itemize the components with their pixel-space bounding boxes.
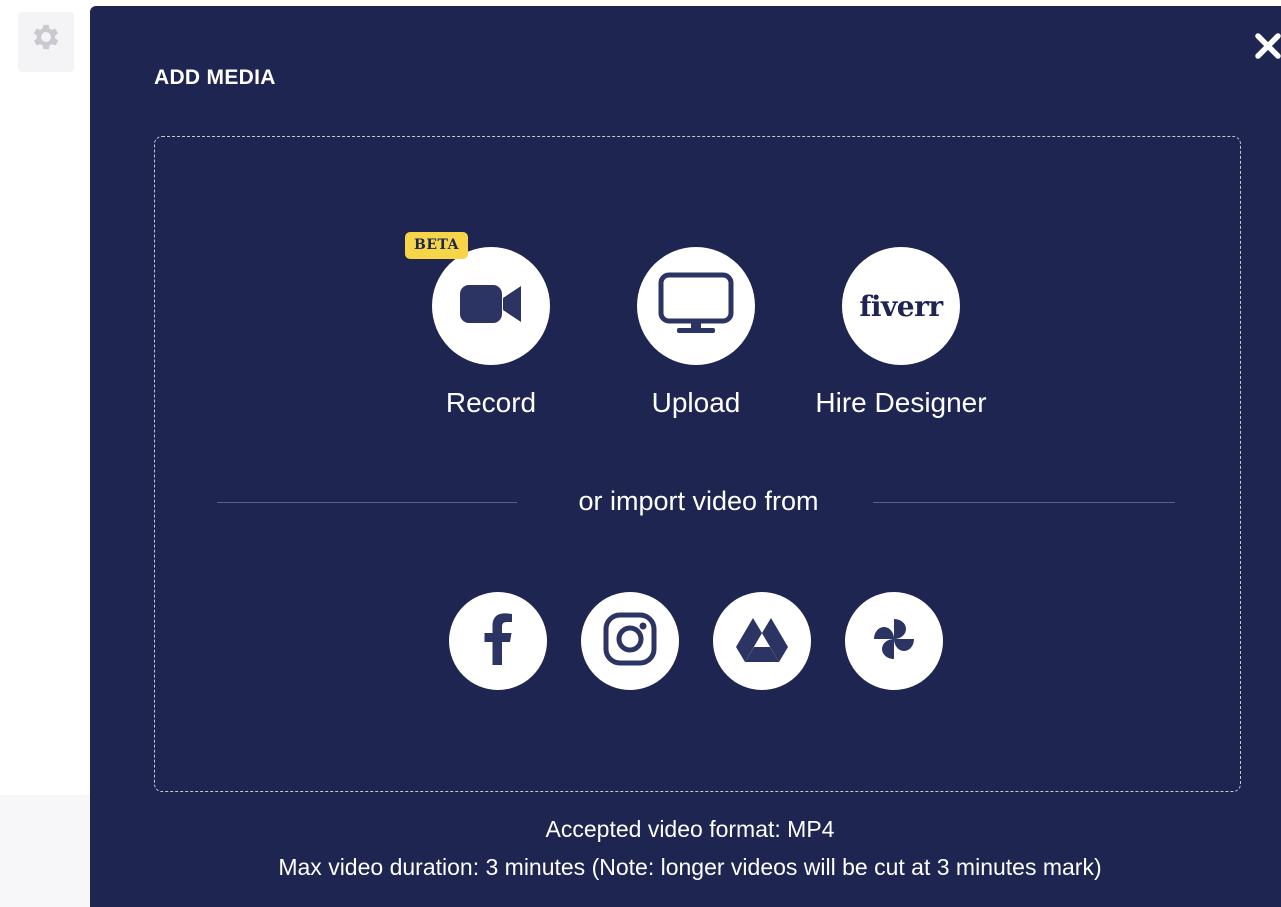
facebook-icon [483,612,513,670]
hire-designer-label: Hire Designer [815,387,987,418]
max-duration-note: Max video duration: 3 minutes (Note: lon… [278,854,1102,880]
hire-designer-option[interactable]: fiverr Hire Designer [791,247,1011,427]
gear-icon [29,20,63,59]
record-button[interactable] [432,247,550,365]
video-camera-icon [458,282,524,331]
upload-button[interactable] [637,247,755,365]
upload-option[interactable]: Upload [586,247,806,427]
close-icon [1254,32,1281,65]
accepted-format-note: Accepted video format: MP4 [545,816,835,842]
upload-label: Upload [651,387,741,418]
beta-badge: BETA [405,232,469,259]
modal-title: ADD MEDIA [154,66,276,89]
monitor-icon [657,272,735,341]
settings-gear-button[interactable] [18,12,74,72]
add-media-modal: ADD MEDIA Record BETA Upload fiverr Hire… [90,6,1281,907]
import-facebook-button[interactable] [449,592,547,690]
hire-designer-button[interactable]: fiverr [842,247,960,365]
google-photos-icon [870,615,918,668]
google-drive-icon [736,616,788,667]
close-button[interactable] [1250,28,1281,68]
import-google-photos-button[interactable] [845,592,943,690]
import-instagram-button[interactable] [581,592,679,690]
divider-right [873,502,1175,503]
import-google-drive-button[interactable] [713,592,811,690]
record-label: Record [445,387,537,418]
background-panel [0,795,90,907]
fiverr-logo: fiverr [859,289,943,323]
media-drop-zone[interactable]: Record BETA Upload fiverr Hire Designer … [154,136,1241,792]
instagram-icon [603,612,657,671]
record-option[interactable]: Record [381,247,601,427]
